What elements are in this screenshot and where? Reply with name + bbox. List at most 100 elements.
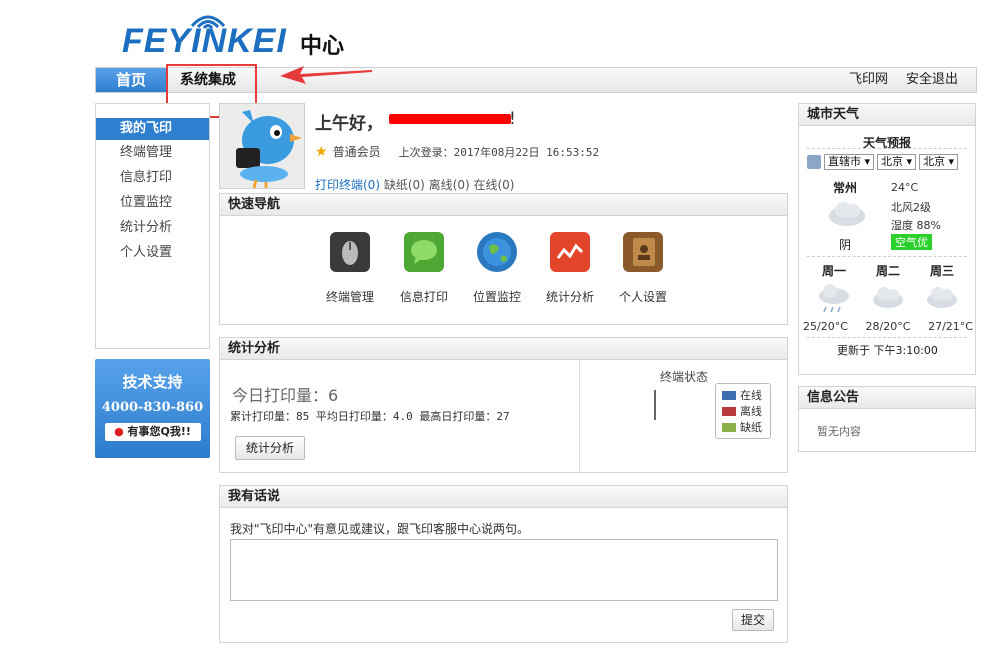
sidebar-item-location-monitor[interactable]: 位置监控 [96,190,209,215]
district-select[interactable]: 北京 ▾ [919,154,959,170]
quick-terminal-management[interactable]: 终端管理 [315,232,385,305]
member-level: 普通会员 [332,145,381,159]
line-chart-icon [550,232,590,272]
feedback-prompt: 我对"飞印中心"有意见或建议，跟飞印客服中心说两句。 [230,522,530,536]
member-info: ★ 普通会员 上次登录：2017年08月22日 16:53:52 [315,143,599,160]
star-icon: ★ [315,144,328,160]
legend-label: 缺纸 [740,421,762,434]
quick-nav-panel: 快速导航 终端管理 信息打印 位置监控 统计分析 个人设置 [219,193,788,325]
mouse-icon [330,232,370,272]
qq-contact-button[interactable]: ● 有事您Q我!! [104,423,201,441]
globe-icon [477,232,517,272]
logo-sub: 中心 [300,34,345,59]
quick-location-monitor[interactable]: 位置监控 [462,232,532,305]
quick-label: 位置监控 [472,290,521,304]
forecast-days: 周一 周二 周三 [807,262,969,279]
terminal-status-title: 终端状态 [660,370,709,384]
sidebar-item-my-feiyin[interactable]: 我的飞印 [96,118,209,140]
legend-online: 在线 [722,387,764,403]
greeting-end: ! [509,109,516,129]
cloud-icon [873,287,903,308]
support-phone: 4000-830-860 [101,400,204,415]
rain-cloud-icon [819,284,849,313]
city-selectors: 直辖市 ▾ 北京 ▾ 北京 ▾ [807,154,959,170]
logout-link[interactable]: 安全退出 [906,68,958,92]
chat-bubble-icon [404,232,444,272]
cloud-icon [927,287,957,308]
weather-humidity: 湿度 88% [891,219,941,232]
bird-avatar-icon [236,110,302,189]
terminal-status-legend: 在线 离线 缺纸 [715,383,771,439]
air-quality-badge: 空气优 [891,234,932,250]
quick-label: 终端管理 [325,290,374,304]
city-select[interactable]: 北京 ▾ [877,154,917,170]
logo: FEYINKEI 中心 [122,8,362,60]
notice-body: 暂无内容 [817,425,861,438]
weather-updated: 更新于 下午3:10:00 [837,344,938,357]
quick-label: 个人设置 [618,290,667,304]
logo-brand: FEYINKEI [122,22,287,60]
last-login: 上次登录：2017年08月22日 16:53:52 [398,146,600,159]
quick-statistics[interactable]: 统计分析 [535,232,605,305]
divider [579,360,580,472]
legend-label: 离线 [740,405,762,418]
feiyin-site-link[interactable]: 飞印网 [849,68,888,92]
terminal-stats: 打印终端(0) 缺纸(0) 离线(0) 在线(0) [315,176,514,193]
avatar [219,103,305,189]
legend-offline: 离线 [722,403,764,419]
feedback-title: 我有话说 [220,486,787,508]
feedback-textarea[interactable] [230,539,778,601]
forecast-temp: 28/20°C [865,320,911,333]
weather-desc: 阴 [839,238,852,252]
sidebar-item-info-print[interactable]: 信息打印 [96,165,209,190]
weather-city: 常州 [833,181,858,195]
legend-swatch [722,422,736,432]
forecast-day: 周三 [929,264,954,278]
annotation-arrow-icon [280,66,372,84]
search-icon[interactable] [807,155,821,169]
nav-home-tab[interactable]: 首页 [96,68,166,92]
statistics-button[interactable]: 统计分析 [235,436,305,460]
forecast-day: 周一 [821,264,846,278]
legend-swatch [722,406,736,416]
sidebar-item-personal-settings[interactable]: 个人设置 [96,240,209,265]
forecast-icons [807,282,969,314]
redacted-username [389,114,511,124]
quick-personal-settings[interactable]: 个人设置 [608,232,678,305]
quick-label: 信息打印 [399,290,448,304]
cloud-icon [829,202,865,226]
weather-title: 城市天气 [799,104,975,126]
divider [807,337,967,338]
support-title: 技术支持 [122,373,183,391]
province-select[interactable]: 直辖市 ▾ [824,154,875,170]
terminal-status-axis [654,390,656,420]
nav-right-links: 飞印网 安全退出 [849,68,958,92]
no-paper-count: 缺纸(0) [383,178,425,192]
divider [807,148,967,149]
print-terminal-link[interactable]: 打印终端(0) [315,178,380,192]
user-profile: 上午好， ! ★ 普通会员 上次登录：2017年08月22日 16:53:52 打印… [219,103,788,193]
forecast-temp: 27/21°C [928,320,973,333]
tech-support-box: 技术支持 4000-830-860 ● 有事您Q我!! [95,359,210,458]
forecast-temp: 25/20°C [803,320,848,333]
feedback-panel: 我有话说 我对"飞印中心"有意见或建议，跟飞印客服中心说两句。 提交 [219,485,788,643]
quick-info-print[interactable]: 信息打印 [389,232,459,305]
today-print-count: 今日打印量：6 [232,386,339,405]
sidebar-item-terminal-management[interactable]: 终端管理 [96,140,209,165]
notice-panel: 信息公告 暂无内容 [798,386,976,452]
online-count: 在线(0) [473,178,515,192]
submit-button[interactable]: 提交 [732,609,774,631]
weather-panel: 城市天气 天气预报 直辖市 ▾ 北京 ▾ 北京 ▾ 常州 24°C 北风2级 湿… [798,103,976,375]
address-book-icon [623,232,663,272]
legend-no-paper: 缺纸 [722,419,764,435]
qq-contact-label: 有事您Q我!! [127,425,191,438]
quick-label: 统计分析 [545,290,594,304]
weather-temp: 24°C [891,181,919,194]
sidebar-item-statistics[interactable]: 统计分析 [96,215,209,240]
statistics-panel: 统计分析 今日打印量：6 累计打印量：85 平均日打印量：4.0 最高日打印量：… [219,337,788,473]
legend-label: 在线 [740,389,762,402]
quick-nav-title: 快速导航 [220,194,787,216]
statistics-title: 统计分析 [220,338,787,360]
qq-icon: ● [114,425,124,438]
legend-swatch [722,390,736,400]
